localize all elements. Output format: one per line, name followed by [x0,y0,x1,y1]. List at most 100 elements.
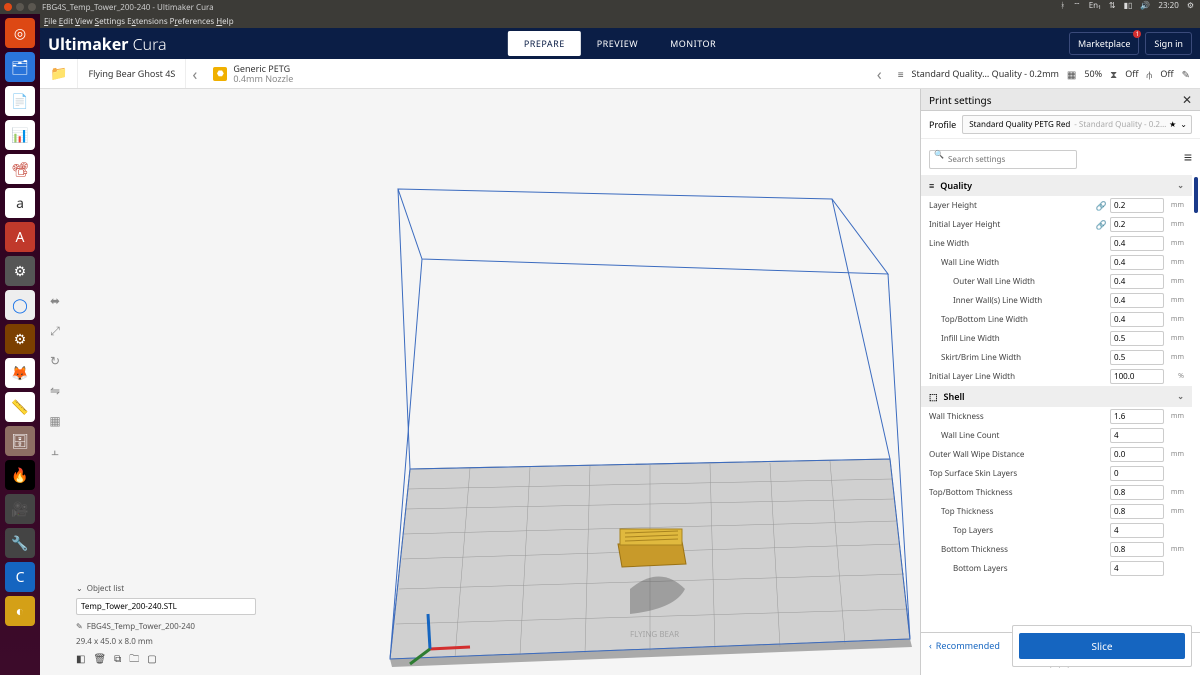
open-file-button[interactable]: 📁 [40,59,78,88]
hamburger-icon[interactable]: ≡ [1184,148,1192,167]
launcher-obs[interactable]: 🎥 [5,494,35,524]
infill-lw-input[interactable] [1110,331,1164,346]
pencil-icon[interactable]: ✎ [1182,67,1190,81]
gear-icon[interactable]: ⚙ [1187,0,1194,11]
box-icon[interactable]: ▢ [147,651,156,669]
scale-tool[interactable]: ⤢ [44,319,66,341]
move-tool[interactable]: ⬌ [44,289,66,311]
skirt-lw-input[interactable] [1110,350,1164,365]
printer-selector[interactable]: Flying Bear Ghost 4S [78,59,186,88]
wall-line-width-input[interactable] [1110,255,1164,270]
setting-infill-lw: Infill Line Widthmm [921,329,1192,348]
mirror-tool[interactable]: ⇋ [44,379,66,401]
rotate-tool[interactable]: ↻ [44,349,66,371]
launcher-archive[interactable]: 🗄 [5,426,35,456]
updates-icon[interactable]: ⇅ [1109,0,1116,11]
close-icon[interactable]: ✕ [1182,91,1192,108]
launcher-chromium[interactable]: ◯ [5,290,35,320]
launcher-impress[interactable]: 📽 [5,154,35,184]
outer-wipe-input[interactable] [1110,447,1164,462]
star-icon[interactable]: ★ [1169,119,1176,130]
pencil-icon[interactable]: ✎ [76,621,83,632]
wm-window-buttons[interactable] [4,3,36,11]
bluetooth-icon[interactable]: ᚼ [1060,0,1065,11]
link-icon[interactable]: 🔗 [1096,199,1107,212]
top-skin-input[interactable] [1110,466,1164,481]
top-layers-input[interactable] [1110,523,1164,538]
launcher-files[interactable]: 🗂 [5,52,35,82]
setting-outer-wipe: Outer Wall Wipe Distancemm [921,445,1192,464]
print-summary[interactable]: ≡ Standard Quality... Quality - 0.2mm ▦ … [888,67,1200,81]
wall-thickness-input[interactable] [1110,409,1164,424]
bottom-layers-input[interactable] [1110,561,1164,576]
battery-icon[interactable]: ▮▯ [1124,0,1133,11]
support-tool[interactable]: ⫠ [44,439,66,461]
cube-icon[interactable]: ◧ [76,651,85,669]
launcher-firefox[interactable]: 🦊 [5,358,35,388]
section-shell[interactable]: ⬚ Shell ⌄ [921,386,1192,407]
launcher-calc[interactable]: 📊 [5,120,35,150]
launcher-dash[interactable]: ◎ [5,18,35,48]
init-layer-height-input[interactable] [1110,217,1164,232]
init-layer-lw-input[interactable] [1110,369,1164,384]
launcher-writer[interactable]: 📄 [5,86,35,116]
profile-select[interactable]: Standard Quality PETG Red - Standard Qua… [962,115,1192,134]
line-width-input[interactable] [1110,236,1164,251]
lang-indicator[interactable]: En₁ [1089,0,1101,11]
wall-line-count-input[interactable] [1110,428,1164,443]
close-icon[interactable] [4,3,12,11]
3d-viewport[interactable]: FLYING BEAR ⌄ Object list ✎ FBG4S_Temp_T… [70,89,920,675]
menu-extensions[interactable]: Extensions [127,16,168,27]
launcher-amazon[interactable]: a [5,188,35,218]
search-input[interactable] [929,150,1077,169]
shell-icon: ⬚ [929,390,938,403]
launcher-software[interactable]: A [5,222,35,252]
tb-line-width-input[interactable] [1110,312,1164,327]
inner-wall-lw-input[interactable] [1110,293,1164,308]
top-thickness-input[interactable] [1110,504,1164,519]
launcher-settings[interactable]: ⚙ [5,256,35,286]
layer-height-input[interactable] [1110,198,1164,213]
maximize-icon[interactable] [28,3,36,11]
menu-view[interactable]: View [75,16,93,27]
material-selector[interactable]: ⬣ Generic PETG 0.4mm Nozzle [203,59,303,88]
tab-preview[interactable]: PREVIEW [581,31,654,56]
copy-icon[interactable]: ⧉ [114,651,121,669]
summary-quality: Standard Quality... Quality - 0.2mm [912,67,1059,80]
menu-settings[interactable]: Settings [95,16,125,27]
volume-icon[interactable]: 🔊 [1140,0,1150,11]
chevron-down-icon[interactable]: ⌄ [76,583,83,594]
marketplace-button[interactable]: Marketplace 1 [1069,32,1139,55]
chevron-left-icon[interactable]: ‹ [871,63,888,85]
launcher-flame[interactable]: 🔥 [5,460,35,490]
menu-help[interactable]: Help [216,16,233,27]
slice-button[interactable]: Slice [1019,633,1185,659]
launcher-disk[interactable]: ◐ [5,596,35,626]
launcher-ruler[interactable]: 📏 [5,392,35,422]
launcher-misc[interactable]: 🔧 [5,528,35,558]
mesh-tool[interactable]: ▦ [44,409,66,431]
clock[interactable]: 23:20 [1158,0,1178,11]
object-name-input[interactable] [76,598,256,615]
launcher-appimage[interactable]: ⚙ [5,324,35,354]
outer-wall-lw-input[interactable] [1110,274,1164,289]
scrollbar-thumb[interactable] [1194,177,1198,213]
menu-file[interactable]: File [44,16,57,27]
menu-preferences[interactable]: Preferences [170,16,215,27]
file-label: FBG4S_Temp_Tower_200-240 [87,621,195,632]
minimize-icon[interactable] [16,3,24,11]
folder-icon[interactable]: 🗀 [129,651,139,669]
launcher-cura[interactable]: C [5,562,35,592]
tb-thickness-input[interactable] [1110,485,1164,500]
menu-edit[interactable]: Edit [59,16,73,27]
section-quality[interactable]: ≡ Quality ⌄ [921,175,1192,196]
bottom-thickness-input[interactable] [1110,542,1164,557]
chevron-down-icon[interactable]: ⌄ [1180,119,1187,130]
wifi-icon[interactable]: ⌔ [1073,0,1081,11]
tab-monitor[interactable]: MONITOR [654,31,732,56]
chevron-left-icon[interactable]: ‹ [186,63,203,85]
tab-prepare[interactable]: PREPARE [508,31,581,56]
signin-button[interactable]: Sign in [1145,32,1192,55]
link-icon[interactable]: 🔗 [1096,218,1107,231]
trash-icon[interactable]: 🗑 [93,651,106,669]
